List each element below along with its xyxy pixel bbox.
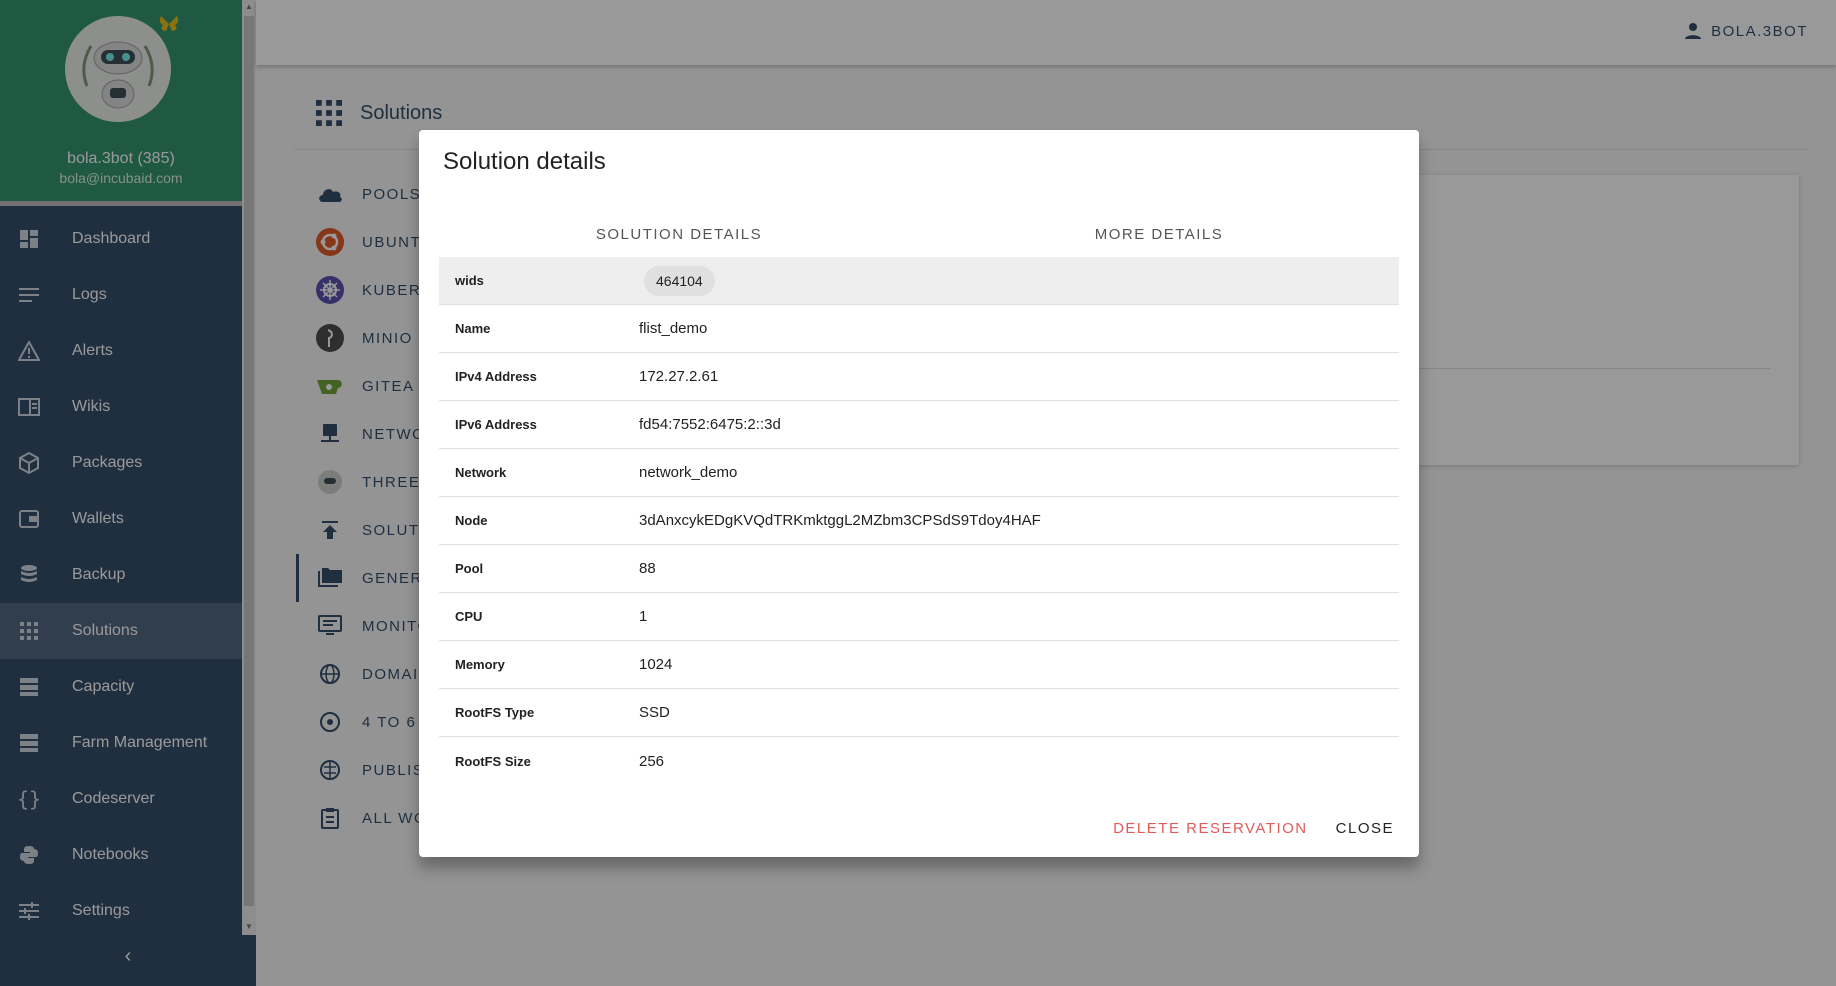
row-key: IPv4 Address	[455, 369, 537, 384]
row-key: Name	[455, 321, 491, 336]
delete-reservation-button[interactable]: DELETE RESERVATION	[1104, 814, 1317, 843]
row-key: Memory	[455, 657, 505, 672]
row-value: 88	[639, 560, 656, 577]
row-value: 1	[639, 608, 648, 625]
tab-more-details[interactable]: MORE DETAILS	[919, 210, 1399, 258]
dialog-title: Solution details	[443, 148, 606, 175]
row-key: CPU	[455, 609, 483, 624]
table-row: Node 3dAnxcykEDgKVQdTRKmktggL2MZbm3CPSdS9…	[439, 497, 1399, 545]
table-row: RootFS Type SSD	[439, 689, 1399, 737]
wid-chip[interactable]: 464104	[644, 265, 715, 296]
table-row: wids 464104	[439, 257, 1399, 305]
row-key: Node	[455, 513, 488, 528]
table-row: Pool 88	[439, 545, 1399, 593]
row-value: 172.27.2.61	[639, 368, 719, 385]
row-key: IPv6 Address	[455, 417, 537, 432]
row-value: flist_demo	[639, 320, 708, 337]
row-value: network_demo	[639, 464, 738, 481]
table-row: IPv6 Address fd54:7552:6475:2::3d	[439, 401, 1399, 449]
row-value: 1024	[639, 656, 673, 673]
row-key: RootFS Type	[455, 705, 535, 720]
close-button[interactable]: CLOSE	[1327, 814, 1403, 843]
table-row: Name flist_demo	[439, 305, 1399, 353]
details-table: wids 464104 Name flist_demo IPv4 Address 1…	[439, 257, 1399, 785]
dialog-tabs: SOLUTION DETAILS MORE DETAILS	[439, 210, 1399, 260]
row-value: SSD	[639, 704, 670, 721]
tab-solution-details[interactable]: SOLUTION DETAILS	[439, 210, 919, 260]
table-row: Memory 1024	[439, 641, 1399, 689]
row-value: 3dAnxcykEDgKVQdTRKmktggL2MZbm3CPSdS9Tdoy…	[639, 512, 1041, 529]
table-row: RootFS Size 256	[439, 737, 1399, 785]
row-value: 256	[639, 752, 665, 770]
table-row: IPv4 Address 172.27.2.61	[439, 353, 1399, 401]
row-key: wids	[455, 273, 484, 288]
solution-details-dialog: Solution details SOLUTION DETAILS MORE D…	[419, 130, 1419, 857]
table-row: Network network_demo	[439, 449, 1399, 497]
dialog-actions: DELETE RESERVATION CLOSE	[1104, 814, 1403, 843]
row-key: Pool	[455, 561, 484, 576]
row-key: RootFS Size	[455, 753, 531, 769]
row-key: Network	[455, 465, 507, 480]
table-row: CPU 1	[439, 593, 1399, 641]
row-value: fd54:7552:6475:2::3d	[639, 416, 781, 433]
